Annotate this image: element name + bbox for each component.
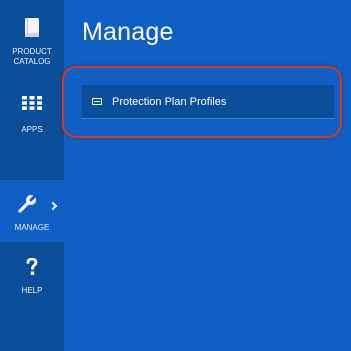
- book-icon: [25, 18, 39, 37]
- sidebar-item-label: MANAGE: [14, 223, 50, 232]
- sidebar-item-apps[interactable]: APPS: [0, 80, 64, 180]
- sidebar-item-manage[interactable]: MANAGE: [0, 180, 64, 242]
- menu-item-label: Protection Plan Profiles: [112, 95, 227, 108]
- question-icon: [26, 258, 38, 275]
- sidebar-item-product-catalog[interactable]: PRODUCT CATALOG: [0, 0, 64, 80]
- menu-item-protection-plan-profiles[interactable]: Protection Plan Profiles: [82, 85, 334, 119]
- sidebar-item-label: PRODUCT CATALOG: [12, 47, 52, 66]
- wrench-icon: [18, 194, 38, 213]
- sidebar-item-label: HELP: [21, 286, 43, 295]
- sidebar-item-help[interactable]: HELP: [0, 242, 64, 304]
- grid-icon: [22, 96, 42, 110]
- page-title: Manage: [82, 18, 174, 46]
- chevron-right-icon: [48, 201, 58, 211]
- sidebar: PRODUCT CATALOG APPS MANAGE HELP: [0, 0, 64, 351]
- sidebar-item-label: APPS: [21, 125, 43, 134]
- card-icon: [92, 98, 102, 105]
